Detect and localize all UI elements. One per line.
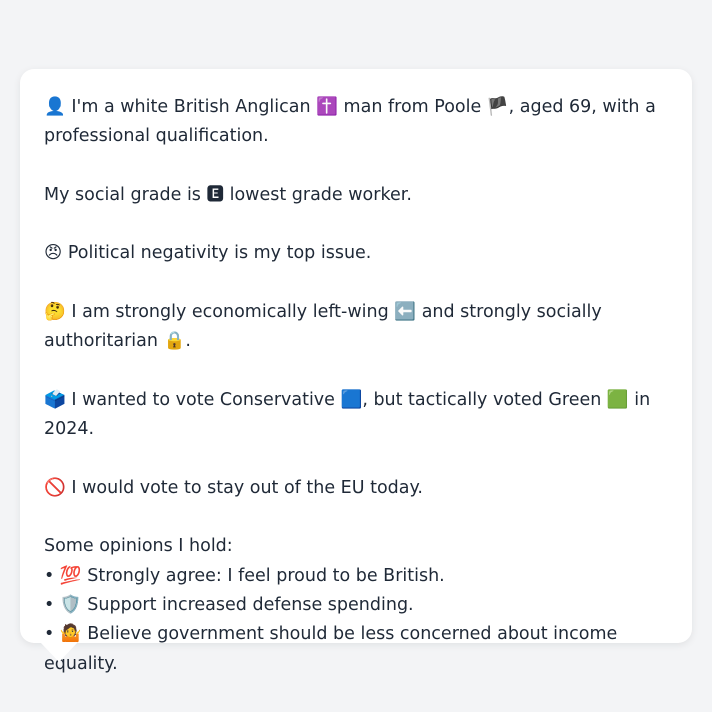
opinion-text: Strongly agree: I feel proud to be Briti… [87, 565, 445, 586]
left-arrow-icon: ⬅️ [394, 302, 417, 323]
list-item: • 🛡️ Support increased defense spending. [44, 591, 668, 620]
top-issue-line: 😠 Political negativity is my top issue. [44, 239, 668, 268]
identity-prefix: I'm a white British Anglican [71, 97, 311, 117]
shield-icon: 🛡️ [59, 595, 82, 616]
social-grade-prefix: My social grade is [44, 184, 201, 205]
england-flag-icon: 🏴 [486, 97, 509, 117]
ballot-box-icon: 🗳️ [44, 389, 66, 410]
hundred-points-icon: 💯 [59, 565, 82, 586]
green-square-icon: 🟩 [606, 389, 629, 410]
social-grade-suffix: lowest grade worker. [229, 184, 412, 205]
vote-prefix: I wanted to vote Conservative [71, 389, 335, 410]
top-issue-text: Political negativity is my top issue. [67, 243, 372, 264]
opinion-text: Believe government should be less concer… [44, 624, 618, 674]
ideology-prefix: I am strongly economically left-wing [71, 302, 389, 323]
social-grade-line: My social grade is 🅴 lowest grade worker… [44, 181, 668, 210]
vote-middle: , but tactically voted Green [362, 389, 602, 410]
list-item: • 💯 Strongly agree: I feel proud to be B… [44, 562, 668, 591]
angry-face-icon: 😠 [44, 243, 63, 264]
identity-line: 👤 I'm a white British Anglican ✝️ man fr… [44, 93, 668, 152]
list-item: • 🤷 Believe government should be less co… [44, 620, 668, 679]
eu-line: 🚫 I would vote to stay out of the EU tod… [44, 474, 668, 503]
persona-message-card: 👤 I'm a white British Anglican ✝️ man fr… [20, 69, 692, 674]
prohibited-icon: 🚫 [44, 477, 66, 498]
opinion-text: Support increased defense spending. [87, 595, 414, 616]
speech-bubble-tail [40, 642, 78, 662]
cross-icon: ✝️ [316, 97, 338, 117]
opinions-heading: Some opinions I hold: [44, 536, 233, 557]
lock-icon: 🔒 [163, 331, 186, 352]
ideology-line: 🤔 I am strongly economically left-wing ⬅… [44, 298, 668, 357]
blue-square-icon: 🟦 [340, 389, 363, 410]
bullet: • [44, 595, 55, 616]
ideology-suffix: . [185, 331, 191, 352]
vote-line: 🗳️ I wanted to vote Conservative 🟦, but … [44, 386, 668, 445]
thinking-face-icon: 🤔 [44, 302, 66, 323]
grade-e-icon: 🅴 [206, 184, 225, 205]
eu-text: I would vote to stay out of the EU today… [71, 477, 423, 498]
bullet: • [44, 565, 55, 586]
person-icon: 👤 [44, 97, 66, 117]
identity-middle: man from Poole [343, 97, 482, 117]
